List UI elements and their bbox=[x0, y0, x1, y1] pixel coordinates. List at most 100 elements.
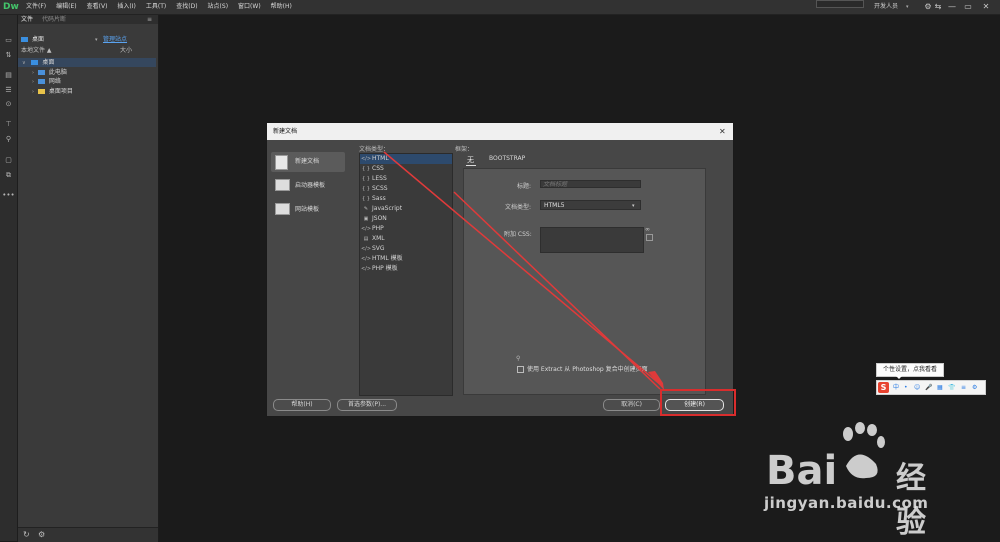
menu-window[interactable]: 窗口(W) bbox=[238, 0, 261, 14]
dialog-titlebar: 新建文档 ✕ bbox=[267, 123, 733, 140]
maximize-icon[interactable]: ▭ bbox=[962, 1, 974, 13]
expand-icon[interactable]: ⧉ bbox=[2, 170, 15, 181]
chinese-mode-icon[interactable]: 中 bbox=[893, 381, 899, 394]
extract-checkbox[interactable] bbox=[517, 366, 524, 373]
cancel-button[interactable]: 取消(C) bbox=[603, 399, 660, 411]
tab-snippets[interactable]: 代码片断 bbox=[42, 15, 66, 24]
gear-icon[interactable]: ⚙ bbox=[972, 381, 977, 394]
skin-icon[interactable]: 👕 bbox=[948, 381, 955, 394]
sogou-logo-icon[interactable]: S bbox=[878, 382, 889, 393]
menu-edit[interactable]: 编辑(E) bbox=[56, 0, 76, 14]
chevron-down-icon: ▾ bbox=[632, 203, 635, 209]
braces-icon: { } bbox=[362, 186, 370, 192]
chevron-down-icon[interactable]: ▾ bbox=[906, 0, 909, 14]
new-document-dialog: 新建文档 ✕ 新建文档 启动器模板 网站模板 文档类型： </>HTML { }… bbox=[266, 122, 734, 417]
list-icon[interactable]: ☰ bbox=[2, 85, 15, 96]
menu-site[interactable]: 站点(S) bbox=[208, 0, 229, 14]
tab-underline bbox=[466, 165, 476, 166]
menu-file[interactable]: 文件(F) bbox=[26, 0, 46, 14]
network-icon bbox=[37, 79, 45, 84]
emoji-icon[interactable]: ☺ bbox=[914, 381, 920, 394]
preferences-button[interactable]: 首选参数(P)... bbox=[337, 399, 397, 411]
keyboard-icon[interactable]: ▦ bbox=[937, 381, 943, 394]
doc-type-php[interactable]: </>PHP bbox=[360, 224, 452, 234]
doc-type-json[interactable]: ▣ JSON bbox=[360, 214, 452, 224]
tag-icon[interactable]: ⚲ bbox=[2, 134, 15, 145]
help-button[interactable]: 帮助(H) bbox=[273, 399, 331, 411]
template-icon bbox=[275, 179, 290, 191]
new-file-icon[interactable]: ▭ bbox=[2, 35, 15, 46]
site-select[interactable]: 桌面 ▾ bbox=[21, 36, 113, 44]
doc-type-css[interactable]: { } CSS bbox=[360, 164, 452, 174]
sort-icon[interactable]: ⇅ bbox=[2, 50, 15, 61]
doc-type-svg[interactable]: </>SVG bbox=[360, 244, 452, 254]
doc-type-html-template[interactable]: </>HTML 模板 bbox=[360, 254, 452, 264]
tree-item-pc[interactable]: › 此电脑 bbox=[32, 68, 67, 77]
menu-insert[interactable]: 插入(I) bbox=[117, 0, 135, 14]
document-icon bbox=[275, 155, 288, 170]
menu-find[interactable]: 查找(D) bbox=[176, 0, 197, 14]
trash-icon[interactable] bbox=[646, 234, 653, 241]
nav-label: 启动器模板 bbox=[295, 182, 326, 189]
baidu-watermark: Bai 经验 jingyan.baidu.com bbox=[754, 422, 954, 540]
preview-icon[interactable]: ▤ bbox=[2, 70, 15, 81]
close-icon[interactable]: ✕ bbox=[980, 1, 992, 13]
link-icon[interactable]: ∞ bbox=[645, 226, 650, 233]
doc-type-javascript[interactable]: ✎ JavaScript bbox=[360, 204, 452, 214]
search-box[interactable] bbox=[816, 0, 864, 8]
doc-type-scss[interactable]: { } SCSS bbox=[360, 184, 452, 194]
nav-new-document[interactable]: 新建文档 bbox=[271, 152, 351, 172]
tab-none[interactable]: 无 bbox=[467, 155, 474, 165]
doc-type-html[interactable]: </>HTML bbox=[360, 154, 452, 164]
manage-sites-link[interactable]: 管理站点 bbox=[103, 36, 127, 44]
punctuation-icon[interactable]: • bbox=[904, 381, 908, 394]
doc-type-less[interactable]: { } LESS bbox=[360, 174, 452, 184]
info-icon: ⚲ bbox=[516, 355, 521, 362]
tree-item-network[interactable]: › 网络 bbox=[32, 77, 61, 86]
files-panel: 文件 代码片断 ≡ 桌面 ▾ 管理站点 本地文件 ▲ 大小 ∨ 桌面 › 此电脑… bbox=[18, 15, 159, 542]
tree-label: 桌面 bbox=[42, 59, 55, 66]
close-icon[interactable]: ✕ bbox=[719, 123, 726, 140]
more-icon[interactable]: ••• bbox=[2, 190, 15, 201]
menu-view[interactable]: 查看(V) bbox=[87, 0, 108, 14]
minimize-icon[interactable]: — bbox=[946, 1, 958, 13]
doc-type-xml[interactable]: ▤ XML bbox=[360, 234, 452, 244]
title-label: 标题: bbox=[517, 183, 532, 190]
nav-label: 网站模板 bbox=[295, 206, 320, 213]
doctype-select[interactable]: HTML5 ▾ bbox=[540, 200, 641, 210]
extract-option[interactable]: 使用 Extract 从 Photoshop 复合中创建页面 bbox=[517, 364, 648, 373]
ime-toolbar: S 中 • ☺ 🎤 ▦ 👕 ≡ ⚙ bbox=[876, 380, 986, 395]
sync-icon[interactable]: ⇆ bbox=[932, 1, 944, 13]
expand-icon: › bbox=[32, 70, 34, 76]
format-icon[interactable]: ⊤ bbox=[2, 119, 15, 130]
menu-help[interactable]: 帮助(H) bbox=[271, 0, 292, 14]
site-template-icon bbox=[275, 203, 290, 215]
watermark-url: jingyan.baidu.com bbox=[764, 494, 929, 512]
nav-site-templates[interactable]: 网站模板 bbox=[271, 200, 351, 220]
tab-files[interactable]: 文件 bbox=[21, 15, 33, 24]
tree-item-desktop[interactable]: ∨ 桌面 bbox=[22, 58, 54, 67]
panel-menu-icon[interactable]: ≡ bbox=[147, 15, 152, 24]
watermark-bai: Bai bbox=[766, 448, 838, 494]
refresh-icon[interactable]: ↻ bbox=[23, 530, 30, 539]
doc-type-sass[interactable]: { } Sass bbox=[360, 194, 452, 204]
css-label: 附加 CSS: bbox=[504, 231, 532, 238]
target-icon[interactable]: ⊙ bbox=[2, 99, 15, 110]
col-size[interactable]: 大小 bbox=[120, 47, 132, 55]
braces-icon: { } bbox=[362, 166, 370, 172]
menu-icon[interactable]: ≡ bbox=[961, 381, 966, 394]
sync-icon[interactable]: ⚙ bbox=[38, 530, 45, 539]
workspace-switcher[interactable]: 开发人员 bbox=[874, 0, 898, 14]
menu-tools[interactable]: 工具(T) bbox=[146, 0, 166, 14]
title-input[interactable]: 文档标题 bbox=[540, 180, 641, 188]
xml-icon: ▤ bbox=[363, 236, 369, 242]
attach-css-list[interactable] bbox=[540, 227, 644, 253]
comment-icon[interactable]: ▢ bbox=[2, 155, 15, 166]
microphone-icon[interactable]: 🎤 bbox=[925, 381, 932, 394]
doc-type-php-template[interactable]: </>PHP 模板 bbox=[360, 264, 452, 274]
tree-item-desktop-project[interactable]: › 桌面项目 bbox=[32, 87, 73, 96]
tab-bootstrap[interactable]: BOOTSTRAP bbox=[489, 155, 525, 162]
highlight-box bbox=[660, 389, 736, 416]
nav-starter-templates[interactable]: 启动器模板 bbox=[271, 176, 351, 196]
col-local-files[interactable]: 本地文件 ▲ bbox=[21, 47, 158, 55]
